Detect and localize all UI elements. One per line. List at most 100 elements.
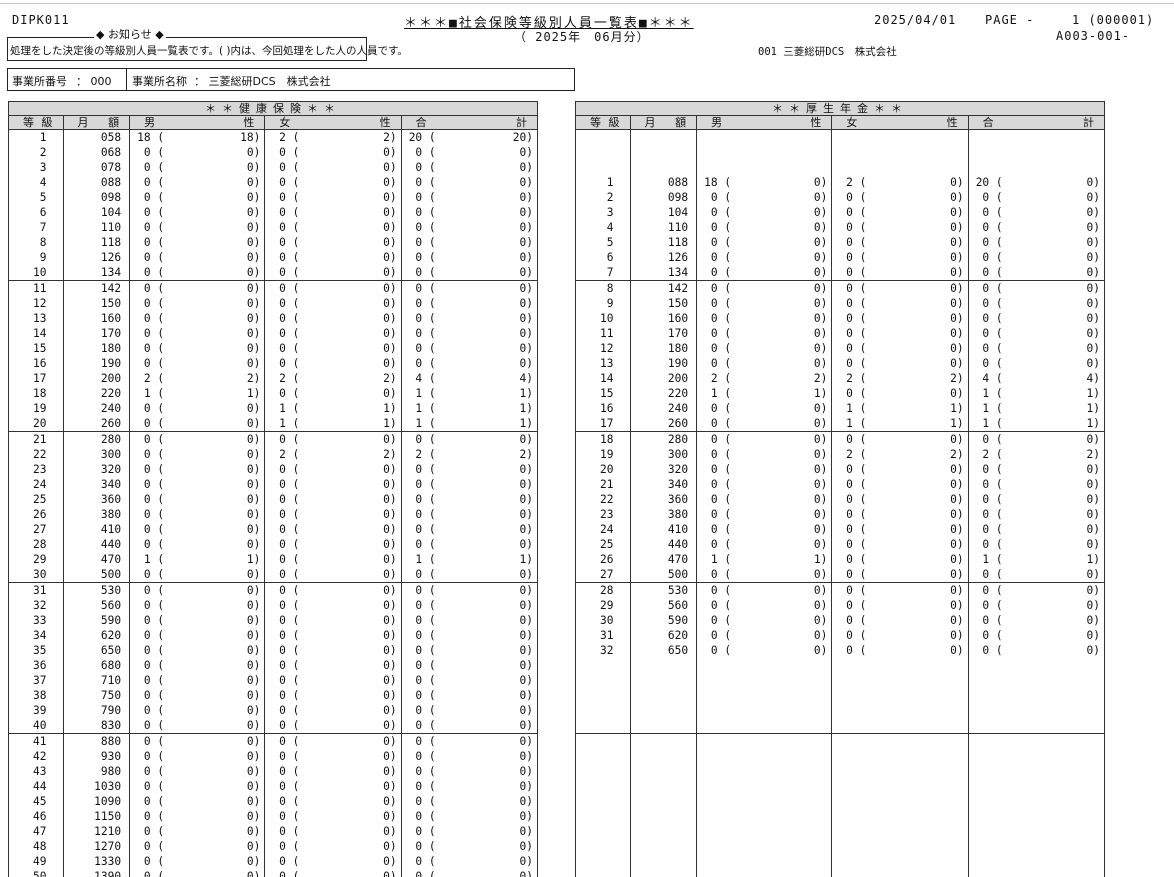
count-value: 0 ( — [143, 221, 165, 234]
count-value: 0 ( — [710, 357, 732, 370]
female-cell — [831, 673, 969, 688]
count-pair: 0 (0) — [131, 583, 264, 598]
female-cell: 0 (0) — [831, 326, 969, 341]
total-cell: 4 (4) — [400, 371, 539, 386]
count-pair: 0 (0) — [969, 567, 1103, 582]
male-cell: 0 (0) — [129, 492, 266, 507]
count-current: 0) — [383, 508, 397, 521]
count-value: 0 ( — [415, 433, 436, 446]
count-pair: 2 (2) — [833, 371, 967, 386]
count-value: 0 ( — [846, 463, 867, 476]
count-current: 2) — [950, 372, 964, 385]
count-current: 0) — [950, 221, 964, 234]
count-value: 0 ( — [415, 312, 436, 325]
male-cell: 0 (0) — [129, 733, 266, 749]
count-current: 0) — [1086, 251, 1100, 264]
count-current: 0) — [813, 206, 828, 219]
count-current: 18) — [240, 131, 261, 144]
count-pair: 0 (0) — [402, 643, 536, 658]
count-current: 0) — [246, 780, 261, 793]
count-pair: 0 (0) — [833, 567, 967, 582]
count-pair: 0 (0) — [131, 643, 264, 658]
count-current: 1) — [519, 417, 533, 430]
amount-cell: 134 — [62, 265, 131, 281]
count-value: 0 ( — [846, 523, 867, 536]
count-value: 0 ( — [279, 266, 300, 279]
female-cell: 0 (0) — [264, 733, 402, 749]
count-value: 0 ( — [710, 297, 732, 310]
table-row: 43 980 0 (0) 0 (0) 0 (0) — [8, 764, 539, 779]
grade-cell: 25 — [8, 492, 64, 507]
count-pair: 0 (0) — [969, 432, 1103, 447]
grade-cell: 27 — [575, 567, 631, 583]
total-cell: 0 (0) — [400, 190, 539, 205]
total-cell — [967, 688, 1106, 703]
male-cell — [696, 809, 833, 824]
count-current: 0) — [246, 402, 261, 415]
count-pair: 0 (0) — [833, 492, 967, 507]
table-row: 41 880 0 (0) 0 (0) 0 (0) — [8, 733, 539, 749]
count-value: 0 ( — [279, 176, 300, 189]
count-value: 0 ( — [710, 448, 732, 461]
section-title: ＊＊健康保険＊＊ — [8, 101, 538, 116]
count-current: 0) — [383, 553, 397, 566]
grade-cell: 37 — [8, 673, 64, 688]
count-current: 0) — [519, 735, 533, 748]
amount-cell — [629, 733, 698, 749]
count-current: 0) — [519, 629, 533, 642]
count-current: 0) — [519, 689, 533, 702]
male-cell: 1 (1) — [696, 552, 833, 567]
count-value: 4 ( — [415, 372, 436, 385]
count-pair: 0 (0) — [266, 628, 400, 643]
amount-cell: 160 — [629, 311, 698, 326]
male-cell: 0 (0) — [696, 628, 833, 643]
total-cell — [967, 160, 1106, 175]
count-current: 1) — [950, 417, 964, 430]
total-cell: 1 (1) — [400, 386, 539, 401]
count-pair: 1 (1) — [833, 401, 967, 416]
female-cell: 2 (2) — [831, 371, 969, 386]
table-row: 4 088 0 (0) 0 (0) 0 (0) — [8, 175, 539, 190]
count-value: 0 ( — [279, 735, 300, 748]
total-cell — [967, 794, 1106, 809]
section-title: ＊＊厚生年金＊＊ — [575, 101, 1105, 116]
count-value: 0 ( — [415, 704, 436, 717]
female-cell: 0 (0) — [831, 477, 969, 492]
grade-cell: 33 — [8, 613, 64, 628]
female-cell: 0 (0) — [831, 582, 969, 598]
male-cell: 2 (2) — [129, 371, 266, 386]
count-value: 0 ( — [279, 568, 300, 581]
count-pair: 0 (0) — [131, 477, 264, 492]
count-pair: 0 (0) — [131, 824, 264, 839]
table-row: 21 280 0 (0) 0 (0) 0 (0) — [8, 431, 539, 447]
count-current: 0) — [1086, 538, 1100, 551]
count-pair: 0 (0) — [833, 190, 967, 205]
column-header-char: 性 — [810, 116, 822, 129]
female-cell: 0 (0) — [264, 160, 402, 175]
count-value: 0 ( — [846, 221, 867, 234]
count-current: 0) — [246, 146, 261, 159]
column-header-total: 合計 — [967, 115, 1106, 130]
female-cell — [831, 809, 969, 824]
count-value: 0 ( — [415, 221, 436, 234]
count-current: 0) — [246, 448, 261, 461]
amount-cell: 088 — [62, 175, 131, 190]
count-pair: 0 (0) — [131, 854, 264, 869]
grade-cell: 8 — [8, 235, 64, 250]
count-value: 0 ( — [982, 297, 1003, 310]
table-row: 24 340 0 (0) 0 (0) 0 (0) — [8, 477, 539, 492]
count-value: 0 ( — [846, 266, 867, 279]
table-row: 3 104 0 (0) 0 (0) 0 (0) — [575, 205, 1106, 220]
amount-cell: 1210 — [62, 824, 131, 839]
female-cell: 0 (0) — [264, 794, 402, 809]
total-cell: 1 (1) — [400, 416, 539, 432]
amount-cell: 680 — [62, 658, 131, 673]
count-value: 0 ( — [279, 357, 300, 370]
count-value: 0 ( — [982, 538, 1003, 551]
office-number-label: 事業所番号 — [12, 75, 67, 88]
count-current: 0) — [950, 176, 964, 189]
count-current: 0) — [383, 689, 397, 702]
count-pair: 0 (0) — [266, 583, 400, 598]
amount-cell: 340 — [62, 477, 131, 492]
count-pair: 2 (2) — [833, 447, 967, 462]
